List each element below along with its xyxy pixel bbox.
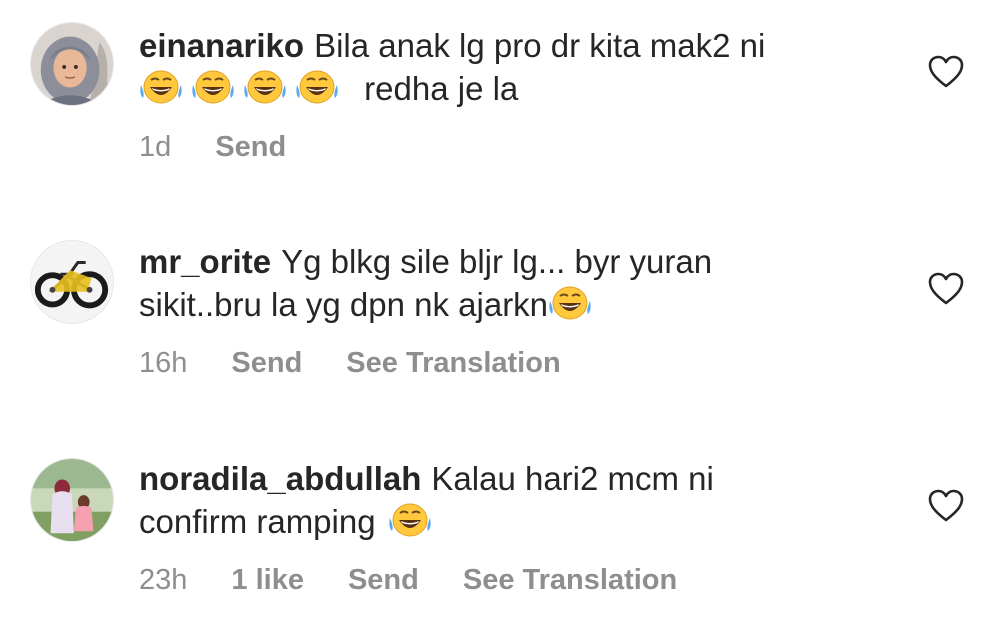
- comment-body-line2: redha je la: [364, 70, 519, 107]
- comment-body-line2: confirm ramping: [139, 503, 376, 540]
- laughing-tears-emoji-icon: [139, 68, 183, 106]
- comment-time: 23h: [139, 564, 188, 596]
- avatar[interactable]: [30, 240, 114, 324]
- comment-meta: 16h Send See Translation: [139, 346, 605, 380]
- send-button[interactable]: Send: [215, 131, 286, 163]
- like-heart-icon[interactable]: [928, 272, 964, 306]
- comment-body-line2: sikit..bru la yg dpn nk ajarkn: [139, 286, 549, 323]
- woman-hijab-avatar-icon: [31, 23, 113, 105]
- comment-text: noradila_abdullah Kalau hari2 mcm ni conf…: [139, 457, 899, 543]
- comment-text: mr_orite Yg blkg sile bljr lg... byr yura…: [139, 240, 899, 326]
- laughing-tears-emoji-icon: [548, 284, 592, 322]
- laughing-tears-emoji-icon: [191, 68, 235, 106]
- family-outdoor-avatar-icon: [31, 459, 113, 541]
- comment-meta: 23h 1 like Send See Translation: [139, 563, 721, 597]
- bicycle-avatar-icon: [31, 241, 113, 323]
- avatar[interactable]: [30, 458, 114, 542]
- comment-time: 1d: [139, 131, 172, 163]
- laughing-tears-emoji-icon: [388, 501, 432, 539]
- like-heart-icon[interactable]: [928, 489, 964, 523]
- comment-meta: 1d Send: [139, 130, 330, 164]
- like-heart-icon[interactable]: [928, 55, 964, 89]
- comment-time: 16h: [139, 347, 188, 379]
- comment-username[interactable]: noradila_abdullah: [139, 460, 421, 497]
- likes-count-button[interactable]: 1 like: [231, 564, 304, 596]
- comment-body-line1: Kalau hari2 mcm ni: [431, 460, 714, 497]
- send-button[interactable]: Send: [231, 347, 302, 379]
- see-translation-button[interactable]: See Translation: [463, 564, 677, 596]
- comment-body-line1: Bila anak lg pro dr kita mak2 ni: [314, 27, 766, 64]
- comment-body-line1: Yg blkg sile bljr lg... byr yuran: [281, 243, 713, 280]
- comment-text: einanariko Bila anak lg pro dr kita mak2 …: [139, 24, 899, 110]
- see-translation-button[interactable]: See Translation: [346, 347, 560, 379]
- avatar[interactable]: [30, 22, 114, 106]
- laughing-tears-emoji-icon: [243, 68, 287, 106]
- comment-username[interactable]: mr_orite: [139, 243, 271, 280]
- laughing-tears-emoji-icon: [295, 68, 339, 106]
- comment-username[interactable]: einanariko: [139, 27, 304, 64]
- send-button[interactable]: Send: [348, 564, 419, 596]
